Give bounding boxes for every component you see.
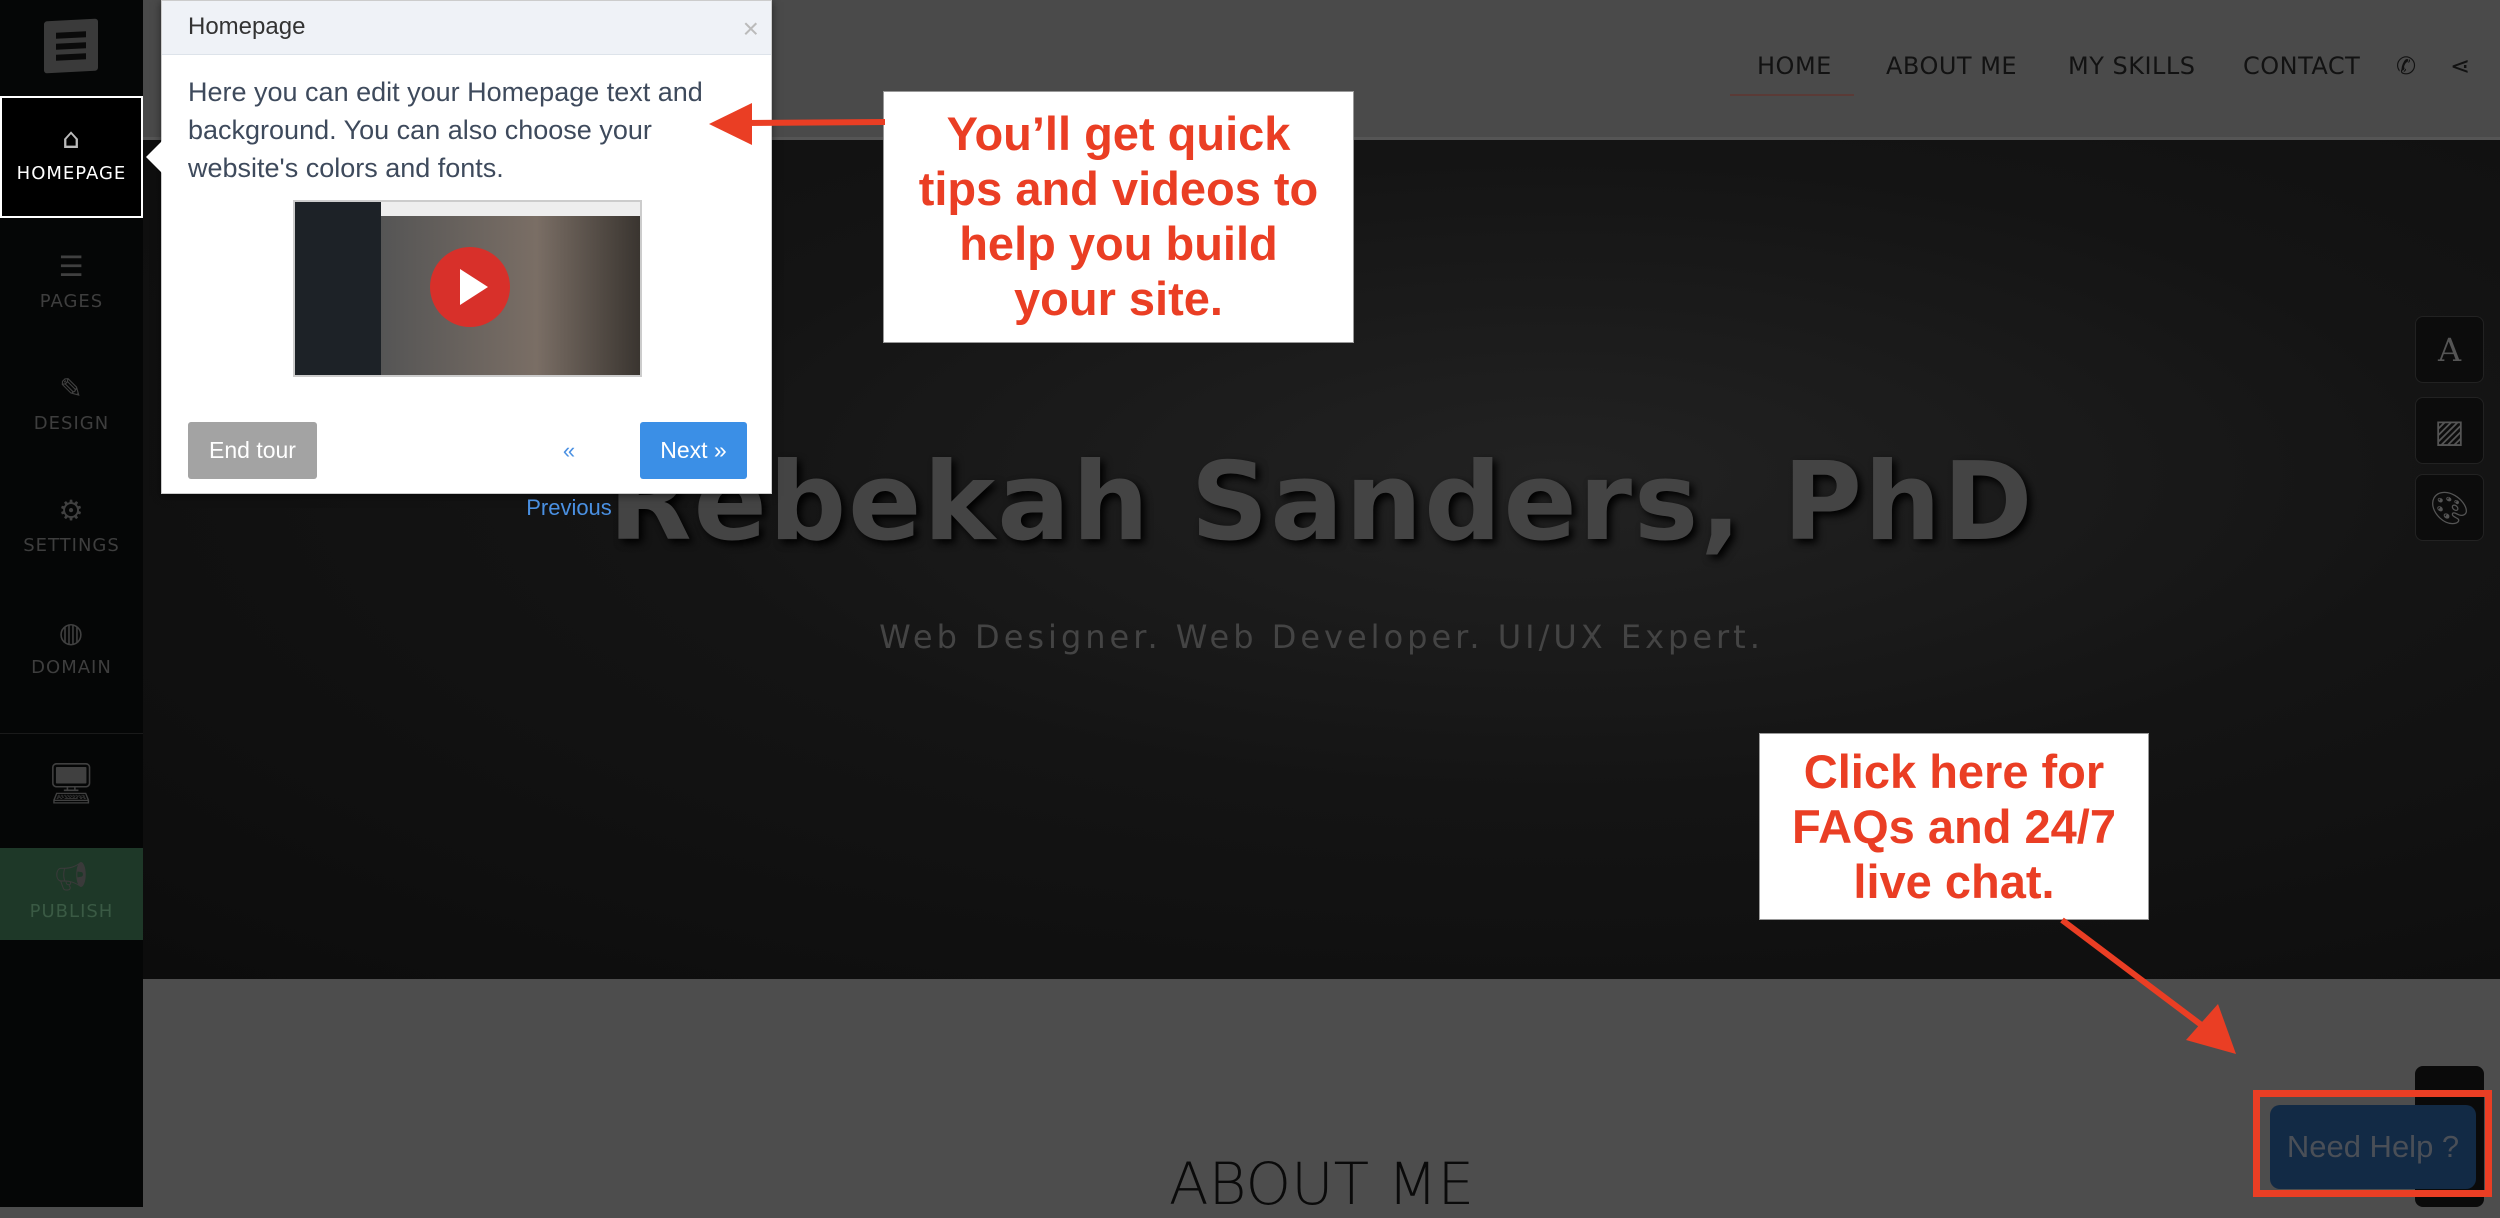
annotation-arrows: [709, 103, 2236, 1054]
arrow-down-head: [2186, 1004, 2236, 1054]
arrow-left-head: [709, 103, 752, 145]
arrow-down-line: [2060, 917, 2210, 1033]
need-help-button[interactable]: Need Help ?: [2270, 1105, 2476, 1189]
arrow-left-line: [744, 119, 886, 126]
